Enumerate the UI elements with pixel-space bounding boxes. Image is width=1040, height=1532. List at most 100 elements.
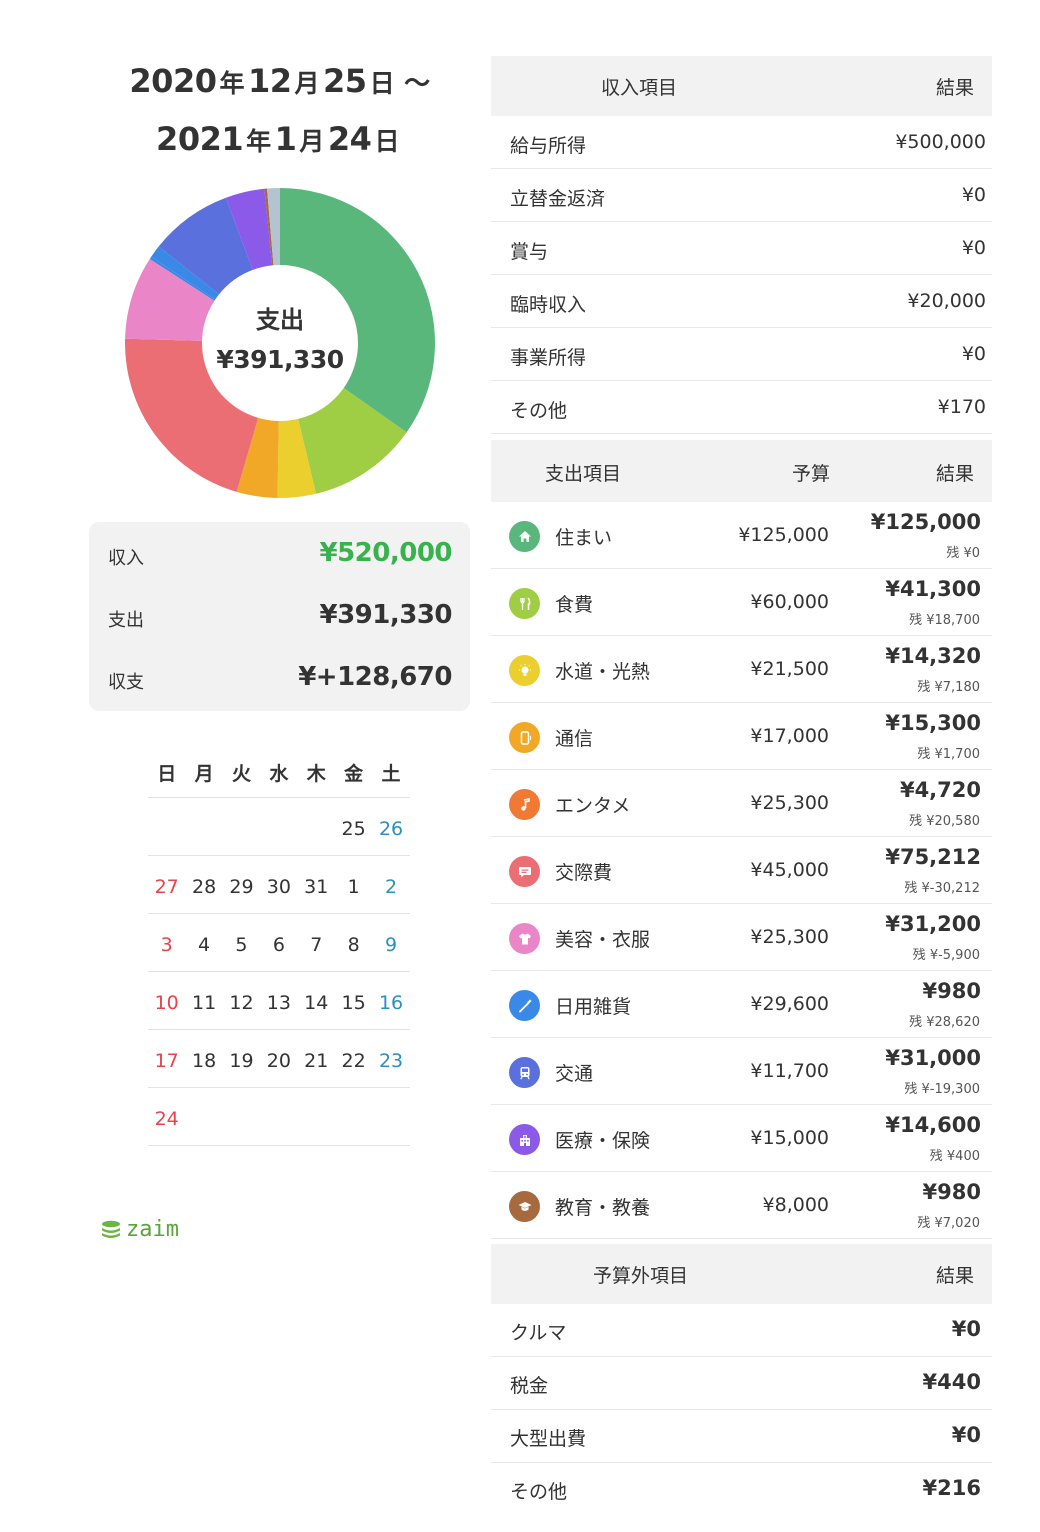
calendar-day[interactable]: 7 (298, 914, 335, 971)
income-item-name: 立替金返済 (510, 188, 606, 210)
start-month: 12 (247, 62, 292, 100)
calendar-day[interactable]: 24 (148, 1088, 185, 1145)
calendar-day[interactable]: 30 (260, 856, 297, 913)
calendar-day (335, 1088, 372, 1145)
right-column: 収入項目 結果 給与所得 ¥500,000 立替金返済 ¥0 賞与 ¥0 臨時収入 ¥20,0… (491, 56, 992, 1516)
calendar-day[interactable]: 12 (223, 972, 260, 1029)
income-row[interactable]: 立替金返済 ¥0 (491, 169, 992, 222)
calendar-day[interactable]: 17 (148, 1030, 185, 1087)
calendar-day[interactable]: 19 (223, 1030, 260, 1087)
calendar-day[interactable]: 8 (335, 914, 372, 971)
expense-item-budget: ¥125,000 (738, 524, 829, 546)
calendar-day[interactable]: 18 (185, 1030, 222, 1087)
expense-item-budget: ¥17,000 (750, 725, 829, 747)
donut-total: ¥391,330 (216, 345, 344, 374)
extra-row[interactable]: クルマ ¥0 (491, 1304, 992, 1357)
income-item-amount: ¥0 (961, 184, 986, 206)
weekday-mon: 月 (194, 763, 214, 785)
income-row[interactable]: その他 ¥170 (491, 381, 992, 434)
start-day: 25 (323, 62, 367, 100)
weekday-sun: 日 (157, 763, 177, 785)
calendar-day[interactable]: 29 (223, 856, 260, 913)
expense-row[interactable]: 交際費 ¥45,000 ¥75,212 残 ¥-30,212 (491, 837, 992, 904)
calendar-day[interactable]: 4 (185, 914, 222, 971)
income-item-amount: ¥20,000 (907, 290, 986, 312)
income-row[interactable]: 臨時収入 ¥20,000 (491, 275, 992, 328)
calendar-day[interactable]: 5 (223, 914, 260, 971)
calendar-day[interactable]: 6 (260, 914, 297, 971)
calendar-day (223, 1088, 260, 1145)
calendar-day[interactable]: 31 (298, 856, 335, 913)
calendar-day[interactable]: 26 (372, 798, 409, 855)
expense-item-budget: ¥25,300 (750, 792, 829, 814)
expense-row[interactable]: 教育・教養 ¥8,000 ¥980 残 ¥7,020 (491, 1172, 992, 1239)
calendar-day[interactable]: 10 (148, 972, 185, 1029)
zaim-logo: zaim (99, 1217, 179, 1242)
weekday-fri: 金 (344, 763, 364, 785)
calendar-day[interactable]: 3 (148, 914, 185, 971)
music-note-icon (509, 789, 540, 820)
calendar-day[interactable]: 28 (185, 856, 222, 913)
calendar-week: 3456789 (148, 914, 410, 972)
calendar-day[interactable]: 2 (372, 856, 409, 913)
expense-item-name: 通信 (555, 728, 594, 750)
income-item-amount: ¥170 (937, 396, 986, 418)
period-start: 2020 年 12 月 25 日〜 (89, 52, 470, 110)
calendar-day[interactable]: 15 (335, 972, 372, 1029)
expense-row[interactable]: 日用雑貨 ¥29,600 ¥980 残 ¥28,620 (491, 971, 992, 1038)
period-title: 2020 年 12 月 25 日〜 2021 年 1 月 24 日 (89, 52, 470, 168)
summary-expense-value: ¥391,330 (319, 600, 452, 630)
expense-table-header: 支出項目 予算 結果 (491, 440, 992, 502)
expense-header-budget: 予算 (792, 463, 831, 485)
expense-item-budget: ¥60,000 (750, 591, 829, 613)
income-row[interactable]: 賞与 ¥0 (491, 222, 992, 275)
income-item-amount: ¥0 (961, 343, 986, 365)
expense-item-name: 医療・保険 (555, 1130, 651, 1152)
weekday-wed: 水 (269, 763, 289, 785)
extra-rows: クルマ ¥0 税金 ¥440 大型出費 ¥0 その他 ¥216 (491, 1304, 992, 1516)
extra-row[interactable]: 税金 ¥440 (491, 1357, 992, 1410)
expense-row[interactable]: 水道・光熱 ¥21,500 ¥14,320 残 ¥7,180 (491, 636, 992, 703)
extra-row[interactable]: 大型出費 ¥0 (491, 1410, 992, 1463)
income-item-amount: ¥0 (961, 237, 986, 259)
expense-row[interactable]: 通信 ¥17,000 ¥15,300 残 ¥1,700 (491, 703, 992, 770)
end-month: 1 (274, 120, 297, 158)
calendar-day[interactable]: 23 (372, 1030, 409, 1087)
calendar-day[interactable]: 16 (372, 972, 409, 1029)
expense-row[interactable]: エンタメ ¥25,300 ¥4,720 残 ¥20,580 (491, 770, 992, 837)
calendar-day[interactable]: 21 (298, 1030, 335, 1087)
calendar: 日 月 火 水 木 金 土 25 26 27 28 29 30 31 1 2 3 4 5 6 7 8 9 10 1… (148, 750, 410, 1146)
summary-balance-value: ¥+128,670 (298, 662, 452, 692)
calendar-day[interactable]: 13 (260, 972, 297, 1029)
income-row[interactable]: 給与所得 ¥500,000 (491, 116, 992, 169)
calendar-week: 27 28 29 30 31 1 2 (148, 856, 410, 914)
calendar-day[interactable]: 9 (372, 914, 409, 971)
calendar-day[interactable]: 22 (335, 1030, 372, 1087)
calendar-day[interactable]: 25 (335, 798, 372, 855)
summary-balance: 収支 ¥+128,670 (89, 658, 470, 698)
expense-header-item: 支出項目 (545, 463, 622, 485)
expense-row[interactable]: 医療・保険 ¥15,000 ¥14,600 残 ¥400 (491, 1105, 992, 1172)
extra-row[interactable]: その他 ¥216 (491, 1463, 992, 1516)
calendar-day (223, 798, 260, 855)
extra-header-item: 予算外項目 (593, 1265, 689, 1287)
expense-row[interactable]: 交通 ¥11,700 ¥31,000 残 ¥-19,300 (491, 1038, 992, 1105)
end-year-unit: 年 (246, 127, 271, 156)
extra-item-name: クルマ (510, 1322, 567, 1344)
calendar-day[interactable]: 11 (185, 972, 222, 1029)
calendar-day[interactable]: 20 (260, 1030, 297, 1087)
calendar-day[interactable]: 27 (148, 856, 185, 913)
expense-row[interactable]: 住まい ¥125,000 ¥125,000 残 ¥0 (491, 502, 992, 569)
extra-item-amount: ¥0 (951, 1423, 981, 1447)
summary-box: 収入 ¥520,000 支出 ¥391,330 収支 ¥+128,670 (89, 522, 470, 711)
expense-row[interactable]: 美容・衣服 ¥25,300 ¥31,200 残 ¥-5,900 (491, 904, 992, 971)
expense-item-name: 食費 (555, 594, 594, 616)
expense-row[interactable]: 食費 ¥60,000 ¥41,300 残 ¥18,700 (491, 569, 992, 636)
calendar-day[interactable]: 1 (335, 856, 372, 913)
expense-item-name: 交通 (555, 1063, 594, 1085)
expense-item-name: 教育・教養 (555, 1197, 651, 1219)
calendar-day[interactable]: 14 (298, 972, 335, 1029)
expense-item-remaining: 残 ¥1,700 (917, 747, 980, 762)
income-row[interactable]: 事業所得 ¥0 (491, 328, 992, 381)
extra-item-amount: ¥216 (922, 1476, 981, 1500)
